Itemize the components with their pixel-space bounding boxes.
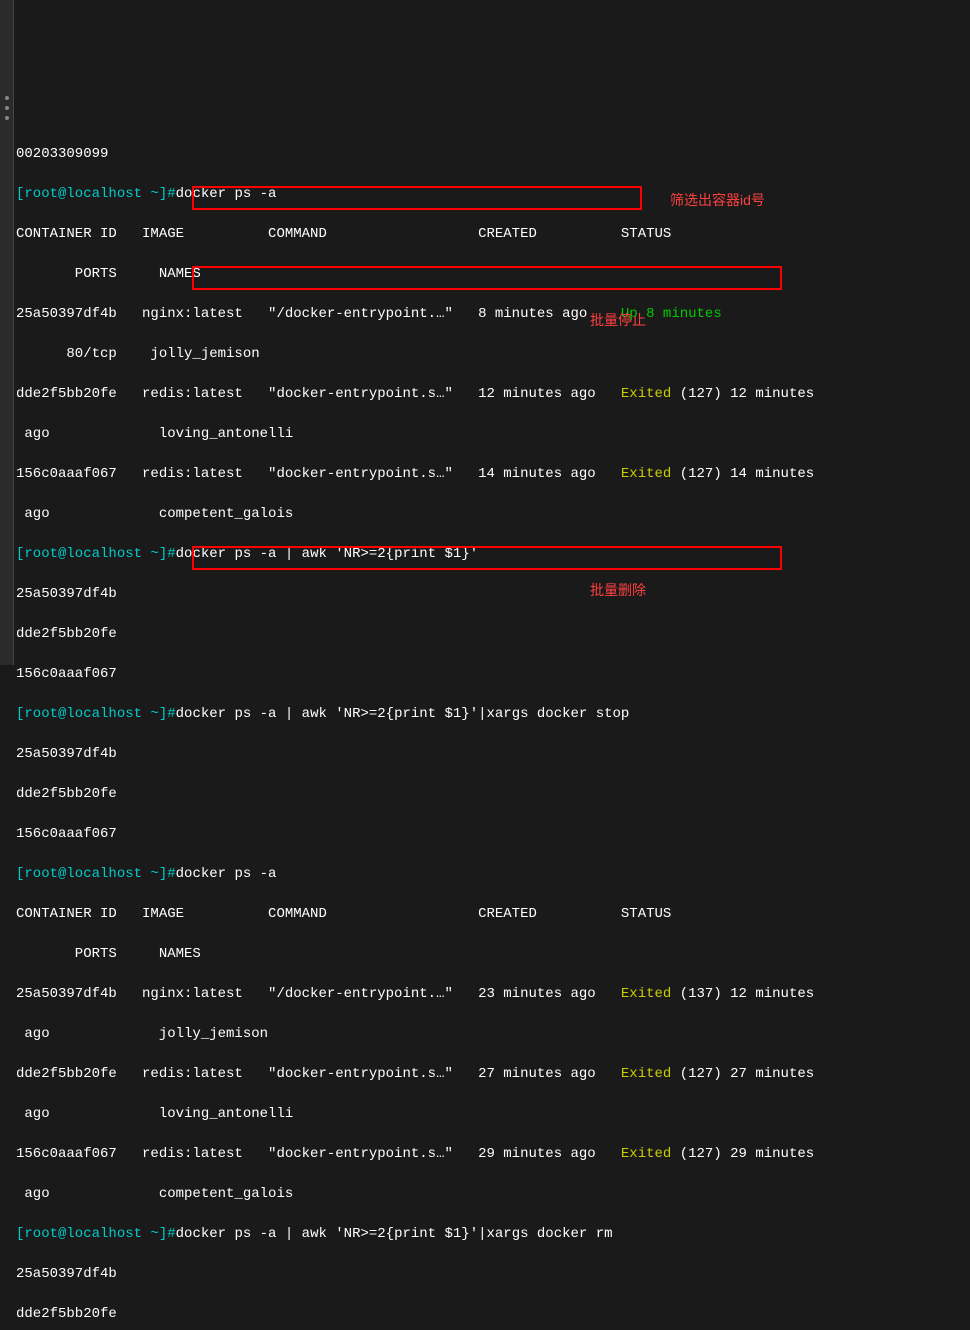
annotation-rm: 批量删除	[590, 580, 646, 600]
table-header: CONTAINER ID IMAGE COMMAND CREATED STATU…	[16, 224, 970, 244]
output-line: 00203309099	[16, 144, 970, 164]
output-line: 25a50397df4b	[16, 1264, 970, 1284]
prompt-line: [root@localhost ~]#docker ps -a | awk 'N…	[16, 544, 970, 564]
prompt-line: [root@localhost ~]#docker ps -a	[16, 864, 970, 884]
prompt-line: [root@localhost ~]#docker ps -a | awk 'N…	[16, 704, 970, 724]
output-line: dde2f5bb20fe	[16, 624, 970, 644]
table-header: PORTS NAMES	[16, 944, 970, 964]
table-row: 156c0aaaf067 redis:latest "docker-entryp…	[16, 1144, 970, 1164]
editor-gutter	[0, 0, 14, 665]
terminal-output[interactable]: 00203309099 [root@localhost ~]#docker ps…	[16, 124, 970, 1330]
table-row: 80/tcp jolly_jemison	[16, 344, 970, 364]
table-row: ago competent_galois	[16, 504, 970, 524]
output-line: 25a50397df4b	[16, 744, 970, 764]
output-line: dde2f5bb20fe	[16, 784, 970, 804]
prompt-line: [root@localhost ~]#docker ps -a | awk 'N…	[16, 1224, 970, 1244]
table-row: ago jolly_jemison	[16, 1024, 970, 1044]
table-header: PORTS NAMES	[16, 264, 970, 284]
annotation-stop: 批量停止	[590, 310, 646, 330]
table-row: ago loving_antonelli	[16, 424, 970, 444]
table-header: CONTAINER ID IMAGE COMMAND CREATED STATU…	[16, 904, 970, 924]
table-row: ago loving_antonelli	[16, 1104, 970, 1124]
table-row: 25a50397df4b nginx:latest "/docker-entry…	[16, 984, 970, 1004]
output-line: dde2f5bb20fe	[16, 1304, 970, 1324]
table-row: dde2f5bb20fe redis:latest "docker-entryp…	[16, 1064, 970, 1084]
table-row: dde2f5bb20fe redis:latest "docker-entryp…	[16, 384, 970, 404]
table-row: 156c0aaaf067 redis:latest "docker-entryp…	[16, 464, 970, 484]
table-row: ago competent_galois	[16, 1184, 970, 1204]
table-row: 25a50397df4b nginx:latest "/docker-entry…	[16, 304, 970, 324]
prompt-line: [root@localhost ~]#docker ps -a	[16, 184, 970, 204]
output-line: 156c0aaaf067	[16, 664, 970, 684]
annotation-filter: 筛选出容器id号	[670, 190, 765, 210]
output-line: 156c0aaaf067	[16, 824, 970, 844]
output-line: 25a50397df4b	[16, 584, 970, 604]
